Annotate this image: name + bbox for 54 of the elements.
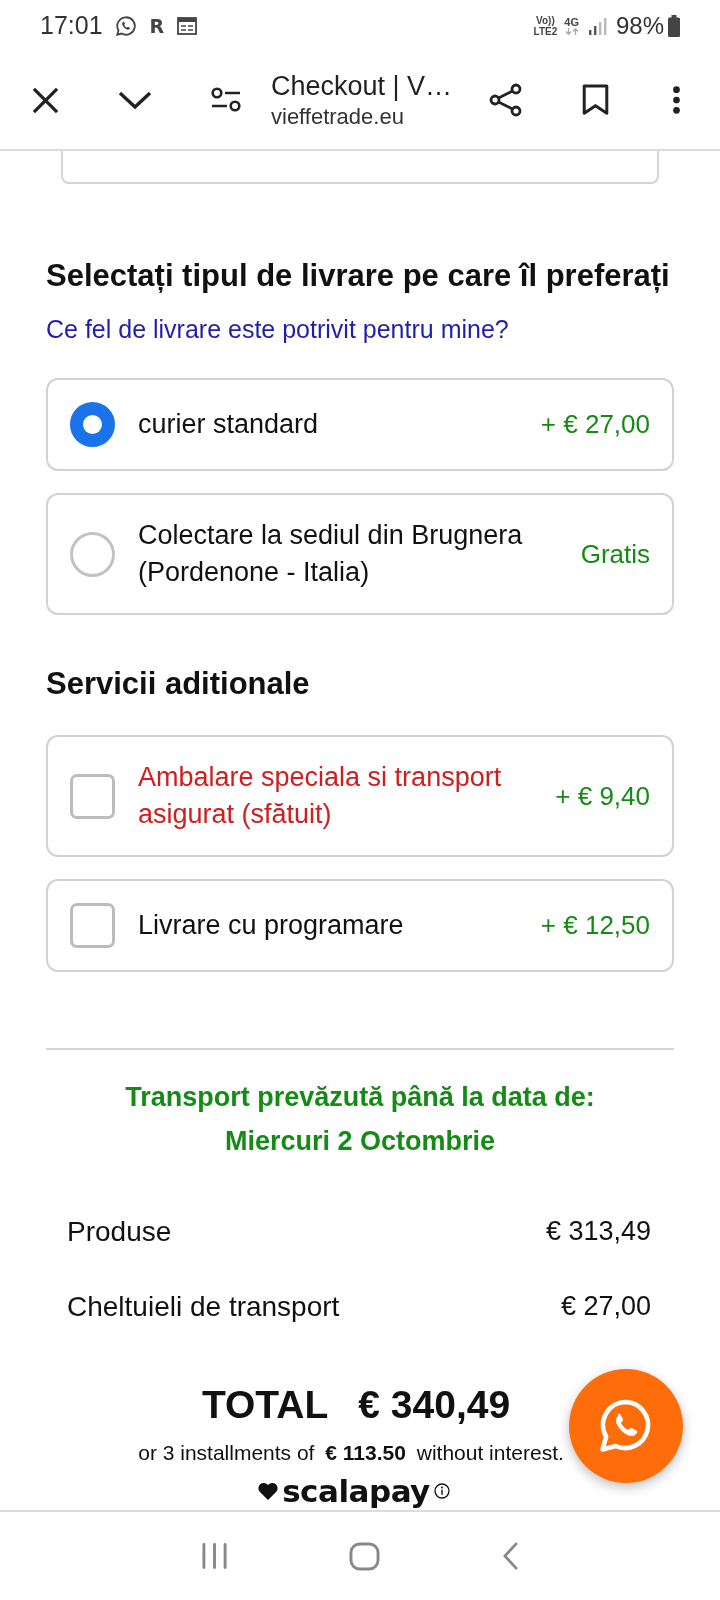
delivery-estimate-label: Transport prevăzută până la data de:: [124, 1081, 596, 1114]
close-icon: [31, 86, 59, 114]
calendar-icon: [177, 16, 198, 35]
option-price: + € 9,40: [555, 779, 650, 813]
chat-bubble-icon: [114, 14, 137, 37]
summary-value: € 27,00: [560, 1291, 651, 1322]
option-label: Livrare cu programare: [138, 909, 405, 942]
page-title: Checkout | V…: [271, 70, 454, 103]
option-label: Colectare la sediul din Brugnera (Pordenone - Italia): [138, 519, 524, 589]
battery-percent: 98%: [615, 11, 664, 40]
battery-icon: [668, 14, 680, 37]
summary-label: Cheltuieli de transport: [67, 1290, 340, 1323]
home-icon[interactable]: [349, 1541, 381, 1571]
radio-button[interactable]: [70, 402, 115, 447]
page-url: vieffetrade.eu: [271, 103, 405, 131]
delivery-option[interactable]: curier standard + € 27,00: [46, 378, 674, 471]
chat-button[interactable]: [569, 1369, 683, 1483]
delivery-option[interactable]: Colectare la sediul din Brugnera (Pordenone - Italia) Gratis: [46, 493, 674, 615]
back-icon[interactable]: [502, 1542, 520, 1570]
option-label: Ambalare speciala si transport asigurat (sfătuit): [138, 761, 503, 831]
service-option[interactable]: Ambalare speciala si transport asigurat (sfătuit) + € 9,40: [46, 735, 674, 857]
heart-icon: [258, 1482, 279, 1500]
service-option[interactable]: Livrare cu programare + € 12,50: [46, 879, 674, 972]
radio-button[interactable]: [70, 531, 115, 577]
section-heading: Selectați tipul de livrare pe care îl preferați: [46, 257, 671, 295]
option-price: + € 12,50: [540, 909, 650, 942]
summary-value: € 313,49: [545, 1216, 651, 1247]
option-price: Gratis: [580, 537, 650, 571]
network-type-label: 4G: [564, 16, 579, 28]
bookmark-icon: [581, 84, 609, 116]
info-icon[interactable]: [433, 1483, 450, 1499]
chevron-down-icon: [118, 91, 152, 109]
help-link[interactable]: Ce fel de livrare este potrivit pentru mine?: [46, 313, 674, 345]
logo-wordmark: scalapay: [282, 1473, 430, 1509]
option-price: + € 27,00: [540, 408, 650, 441]
country-field[interactable]: [61, 151, 659, 184]
total-amount: € 340,49: [358, 1382, 511, 1428]
notification-letter-icon: R: [149, 15, 165, 36]
volte-label: Vo)) LTE2: [533, 14, 558, 37]
delivery-date: Miercuri 2 Octombrie: [223, 1125, 497, 1158]
total-label: TOTAL: [201, 1382, 329, 1428]
clock-time: 17:01: [40, 11, 103, 40]
checkbox[interactable]: [70, 773, 115, 819]
installments-text: or 3 installments of € 113.50 without interest.: [138, 1440, 564, 1466]
share-icon: [489, 83, 523, 117]
option-label: curier standard: [138, 408, 320, 441]
data-arrows-icon: [564, 28, 579, 35]
more-icon: [671, 86, 681, 114]
summary-label: Produse: [67, 1215, 172, 1248]
checkbox[interactable]: [70, 903, 115, 948]
recent-apps-icon[interactable]: [200, 1542, 228, 1570]
section-heading: Servicii aditionale: [46, 665, 311, 703]
signal-icon: [588, 16, 607, 35]
sliders-icon: [211, 87, 241, 113]
